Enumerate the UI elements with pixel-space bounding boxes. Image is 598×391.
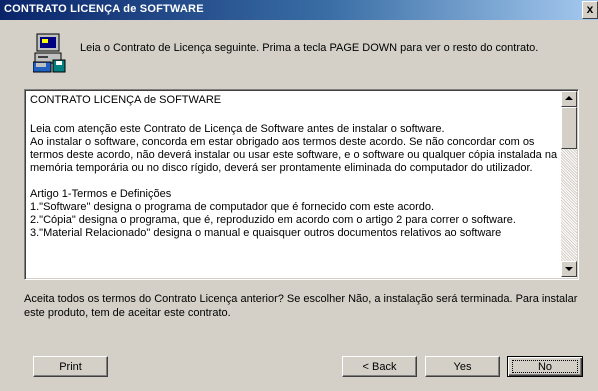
license-paragraph: Ao instalar o software, concorda em esta… xyxy=(30,136,558,174)
arrow-up-icon xyxy=(565,96,573,100)
close-button[interactable]: x xyxy=(582,1,598,19)
arrow-down-icon xyxy=(565,267,573,271)
scroll-down-button[interactable] xyxy=(561,261,577,277)
print-label: Print xyxy=(59,361,82,373)
scroll-up-button[interactable] xyxy=(561,91,577,107)
vertical-scrollbar[interactable] xyxy=(561,91,577,277)
back-button[interactable]: < Back xyxy=(342,356,417,377)
scroll-thumb[interactable] xyxy=(561,107,577,149)
yes-label: Yes xyxy=(453,361,472,373)
article-heading: Artigo 1-Termos e Definições xyxy=(30,188,172,200)
license-paragraph: Leia com atenção este Contrato de Licenç… xyxy=(30,123,445,135)
license-text-area[interactable]: CONTRATO LICENÇA de SOFTWARE Leia com at… xyxy=(24,89,579,280)
setup-computer-icon xyxy=(33,33,66,73)
no-button[interactable]: No xyxy=(507,356,583,377)
intro-instructions: Leia o Contrato de Licença seguinte. Pri… xyxy=(80,42,539,54)
window-title: CONTRATO LICENÇA de SOFTWARE xyxy=(4,3,204,15)
no-label: No xyxy=(537,361,553,373)
license-content: CONTRATO LICENÇA de SOFTWARE Leia com at… xyxy=(30,94,560,275)
license-item: 2."Cópia" designa o programa, que é, rep… xyxy=(30,214,516,226)
accept-question: Aceita todos os termos do Contrato Licen… xyxy=(24,293,578,319)
title-bar[interactable]: CONTRATO LICENÇA de SOFTWARE x xyxy=(0,0,598,20)
license-heading: CONTRATO LICENÇA de SOFTWARE xyxy=(30,94,222,106)
license-dialog: CONTRATO LICENÇA de SOFTWARE x Leia o Co… xyxy=(0,0,598,391)
print-button[interactable]: Print xyxy=(33,356,108,377)
back-label: < Back xyxy=(362,361,397,373)
yes-button[interactable]: Yes xyxy=(425,356,500,377)
license-item: 3."Material Relacionado" designa o manua… xyxy=(30,227,502,239)
license-item: 1."Software" designa o programa de compu… xyxy=(30,201,435,213)
